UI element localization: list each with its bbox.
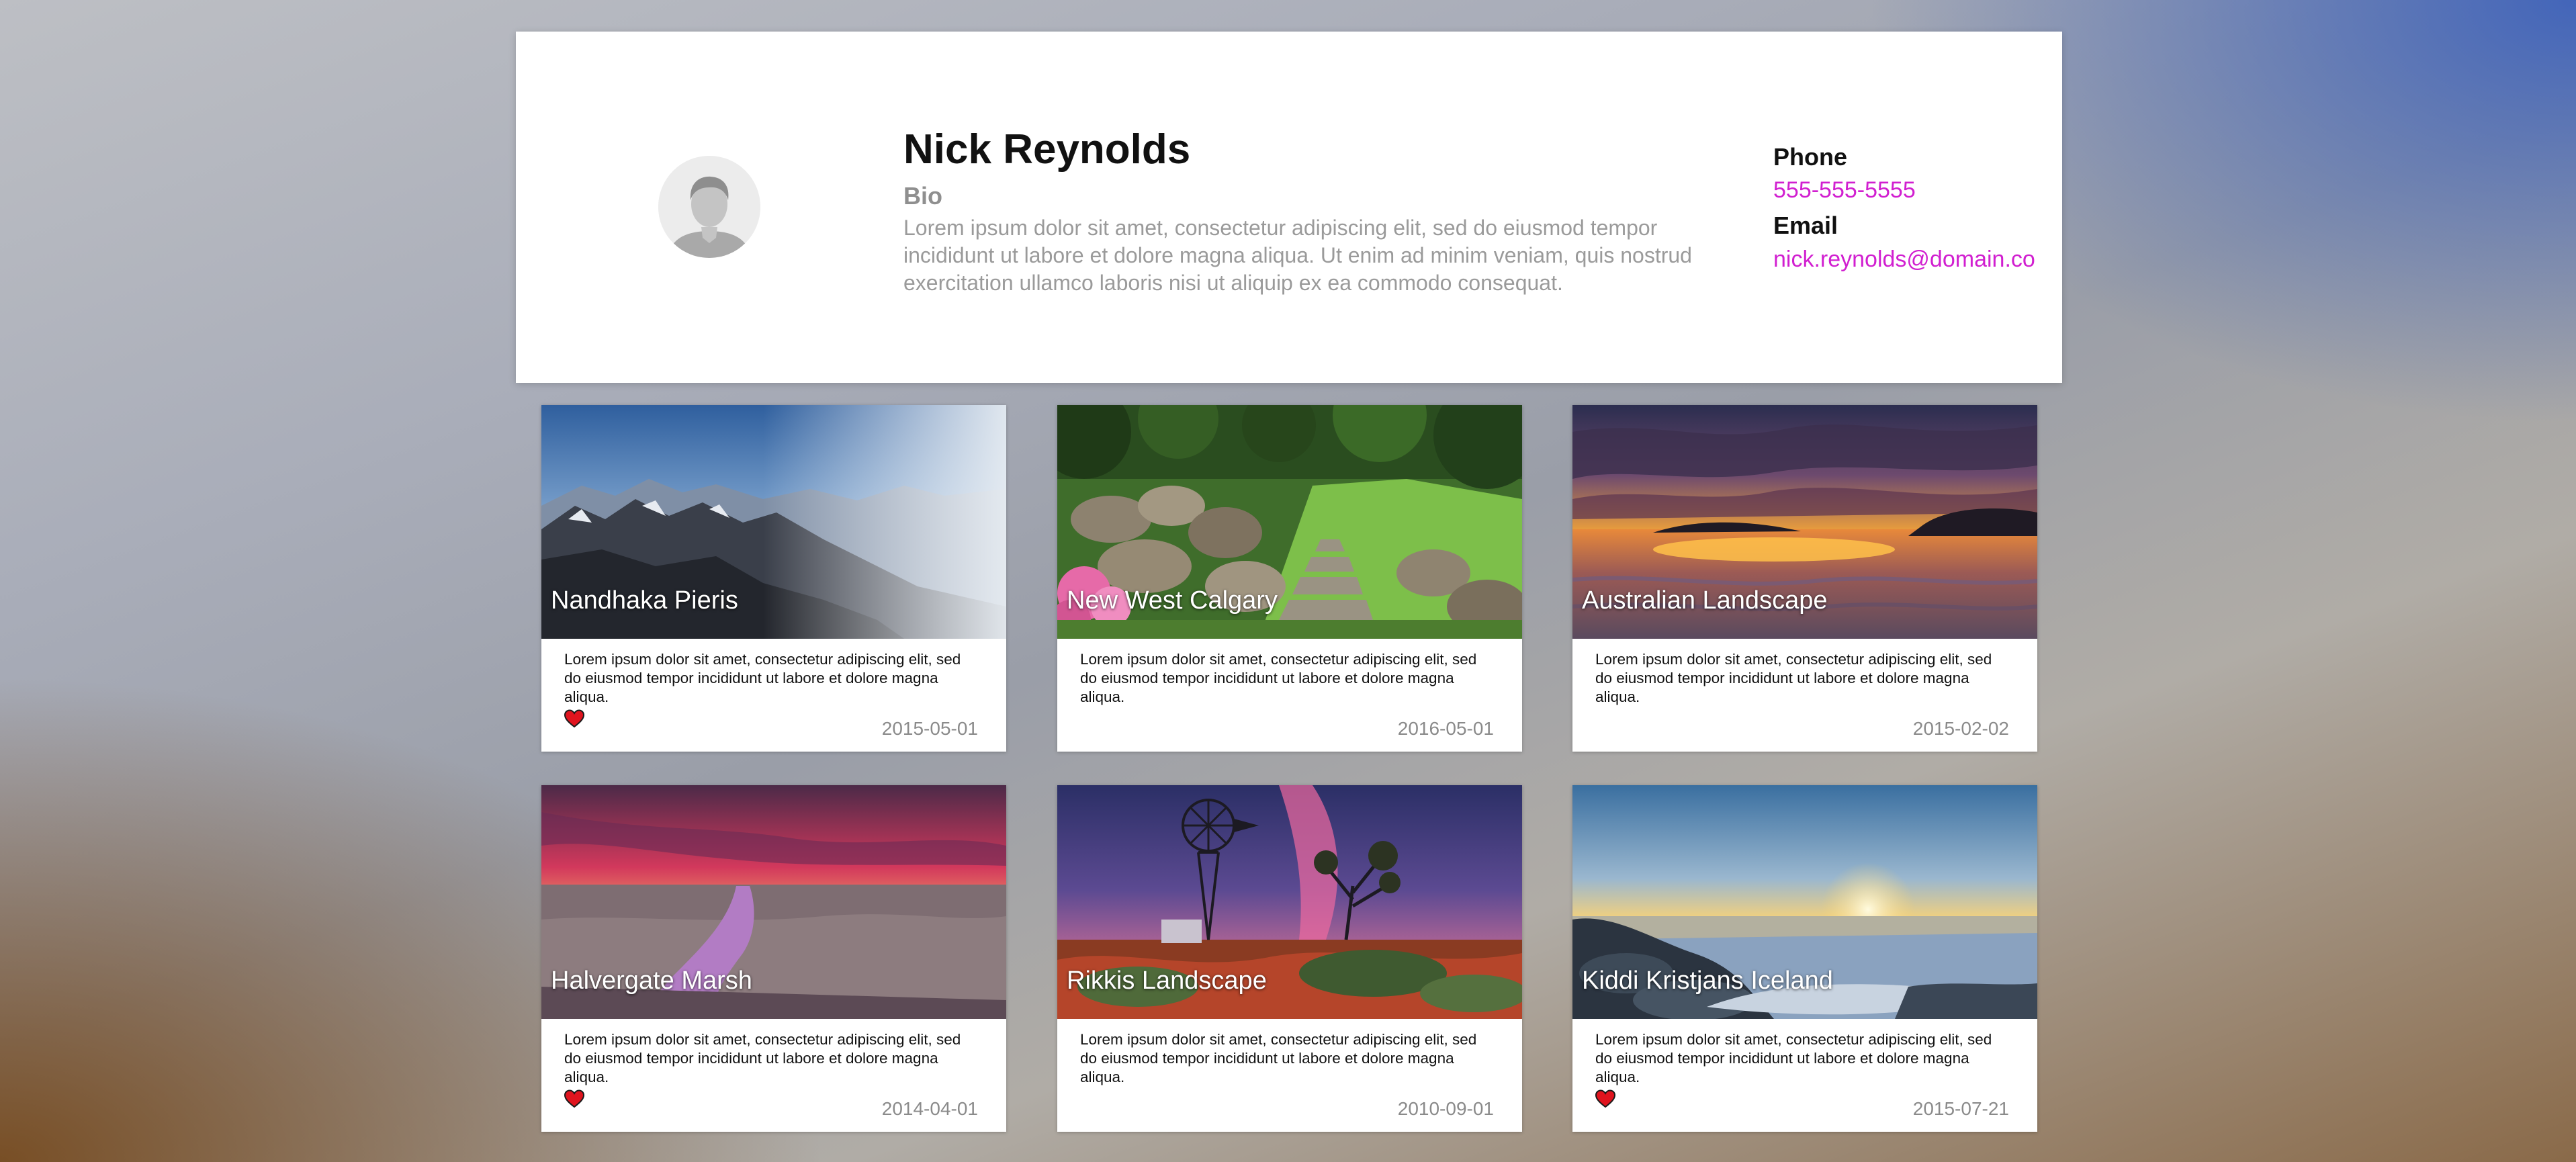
phone-label: Phone	[1773, 143, 1848, 171]
profile-name: Nick Reynolds	[903, 126, 1191, 173]
profile-card: Nick Reynolds Bio Lorem ipsum dolor sit …	[516, 32, 2062, 383]
card-date: 2010-09-01	[1397, 1098, 1494, 1119]
photo-card[interactable]: New West Calgary Lorem ipsum dolor sit a…	[1057, 405, 1522, 752]
heart-icon[interactable]	[564, 709, 584, 728]
avatar	[658, 156, 760, 258]
photo-card[interactable]: Australian Landscape Lorem ipsum dolor s…	[1572, 405, 2037, 752]
card-description: Lorem ipsum dolor sit amet, consectetur …	[1595, 651, 1992, 705]
card-description: Lorem ipsum dolor sit amet, consectetur …	[564, 651, 961, 705]
photo-card[interactable]: Rikkis Landscape Lorem ipsum dolor sit a…	[1057, 785, 1522, 1132]
person-icon	[658, 156, 760, 258]
photo-card[interactable]: Nandhaka Pieris Lorem ipsum dolor sit am…	[541, 405, 1006, 752]
email-label: Email	[1773, 212, 1838, 239]
card-date: 2015-05-01	[881, 718, 978, 739]
card-title: Kiddi Kristjans Iceland	[1582, 967, 1833, 995]
photo-card[interactable]: Kiddi Kristjans Iceland Lorem ipsum dolo…	[1572, 785, 2037, 1132]
card-date: 2015-02-02	[1912, 718, 2009, 739]
heart-icon[interactable]	[1595, 1089, 1615, 1108]
card-description: Lorem ipsum dolor sit amet, consectetur …	[1080, 1031, 1477, 1085]
card-date: 2016-05-01	[1397, 718, 1494, 739]
card-date: 2014-04-01	[881, 1098, 978, 1119]
photo-card[interactable]: Halvergate Marsh Lorem ipsum dolor sit a…	[541, 785, 1006, 1132]
card-description: Lorem ipsum dolor sit amet, consectetur …	[1595, 1031, 1992, 1085]
bio-label: Bio	[903, 182, 942, 210]
card-title: Australian Landscape	[1582, 586, 1828, 615]
card-title: New West Calgary	[1067, 586, 1278, 615]
card-title: Rikkis Landscape	[1067, 967, 1267, 995]
card-title: Halvergate Marsh	[551, 967, 752, 995]
card-title: Nandhaka Pieris	[551, 586, 738, 615]
card-date: 2015-07-21	[1912, 1098, 2009, 1119]
phone-link[interactable]: 555-555-5555	[1773, 177, 1916, 204]
email-link[interactable]: nick.reynolds@domain.co	[1773, 247, 2035, 273]
bio-text: Lorem ipsum dolor sit amet, consectetur …	[903, 216, 1692, 295]
card-description: Lorem ipsum dolor sit amet, consectetur …	[564, 1031, 961, 1085]
card-description: Lorem ipsum dolor sit amet, consectetur …	[1080, 651, 1477, 705]
heart-icon[interactable]	[564, 1089, 584, 1108]
